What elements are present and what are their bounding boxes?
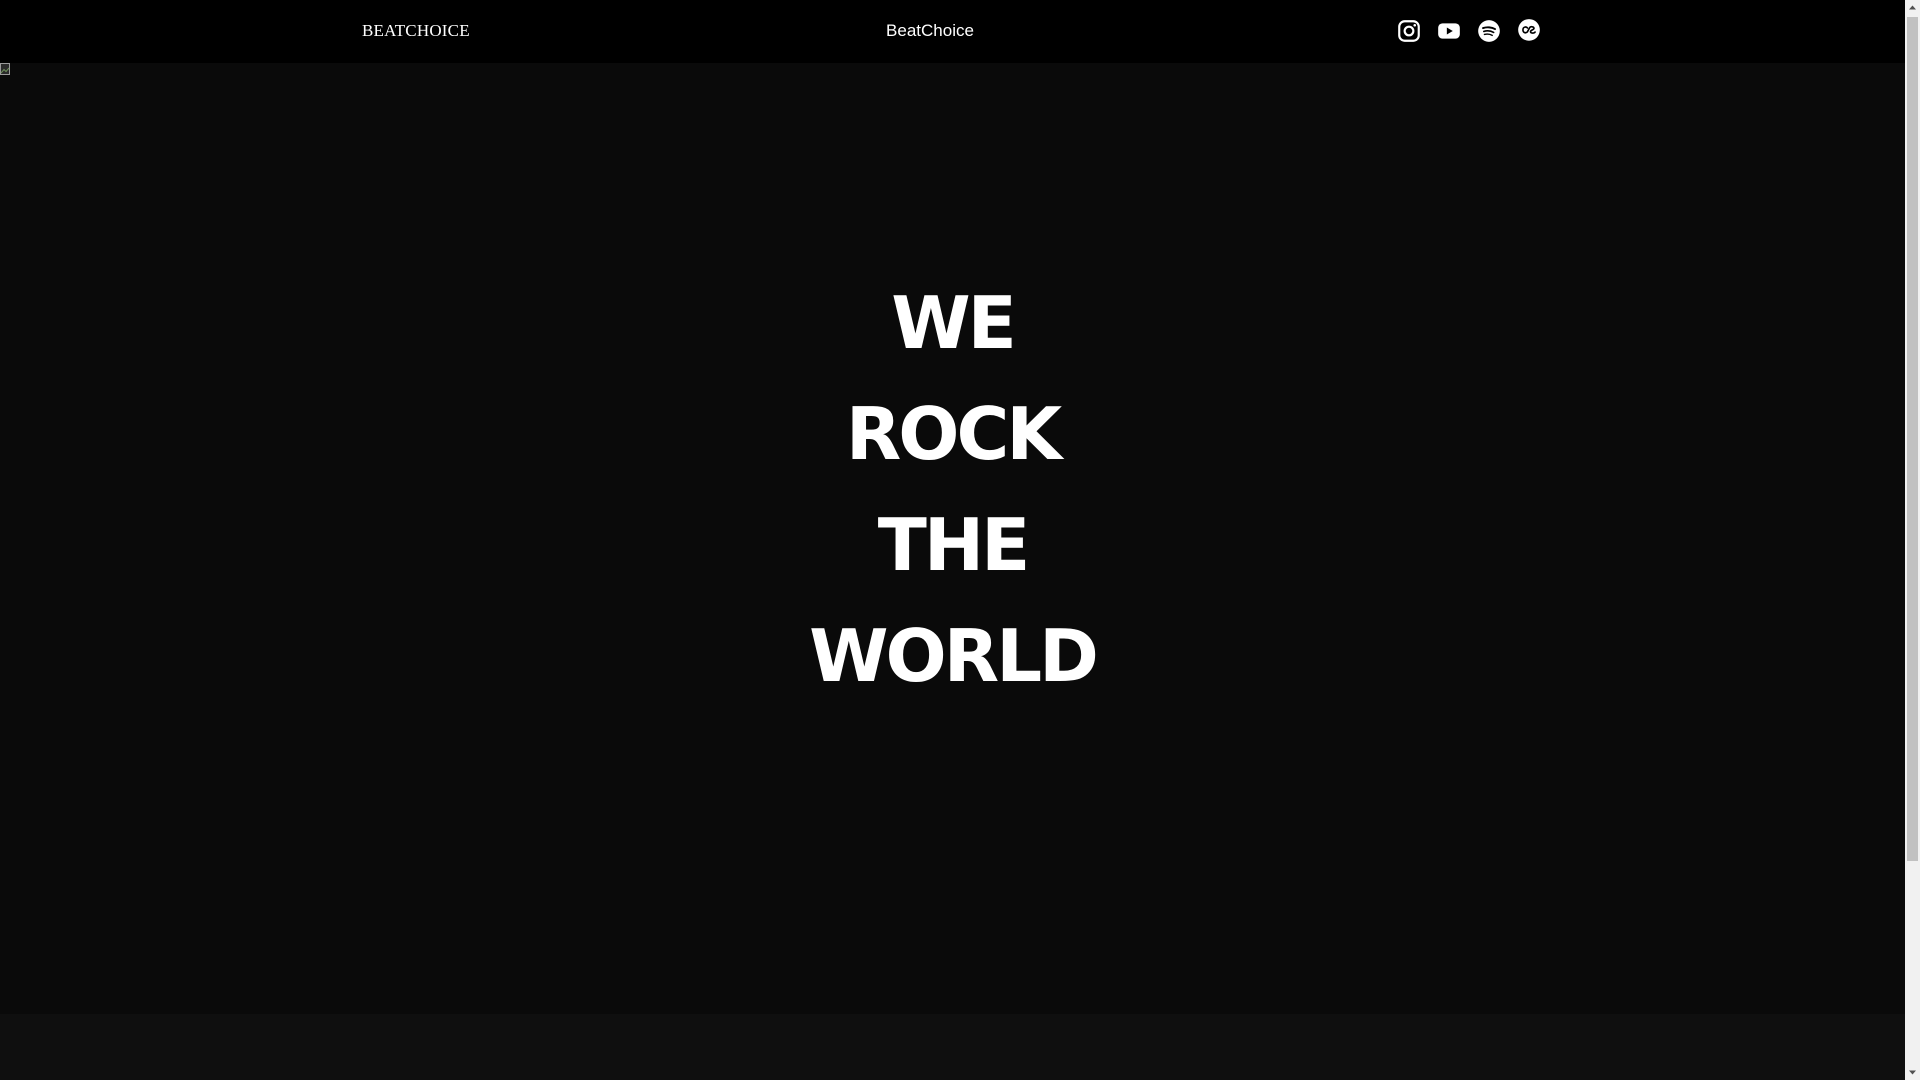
instagram-icon: [1398, 20, 1420, 42]
hero-line: WE: [891, 281, 1017, 365]
brand-logo-link[interactable]: BEATCHOICE: [362, 20, 470, 42]
instagram-link[interactable]: [1396, 18, 1422, 44]
scroll-up-arrow-icon[interactable]: [1905, 0, 1920, 15]
scrollbar-thumb[interactable]: [1907, 17, 1918, 861]
site-header: BEATCHOICE BeatChoice: [0, 0, 1905, 63]
hero-headline: WE ROCK THE WORLD: [0, 268, 1905, 712]
spotify-icon: [1478, 20, 1500, 42]
lastfm-link[interactable]: [1516, 18, 1542, 44]
site-title-link[interactable]: BeatChoice: [860, 20, 1000, 42]
next-section: [0, 1014, 1905, 1080]
youtube-link[interactable]: [1436, 18, 1462, 44]
hero-section: WE ROCK THE WORLD: [0, 63, 1905, 1014]
lastfm-icon: [1518, 19, 1540, 41]
hero-line: ROCK: [845, 392, 1062, 476]
vertical-scrollbar[interactable]: [1905, 0, 1920, 1080]
broken-image-icon: [0, 63, 10, 75]
page: BEATCHOICE BeatChoice WE ROCK THE WORLD: [0, 0, 1920, 1080]
youtube-icon: [1438, 23, 1460, 39]
spotify-link[interactable]: [1476, 18, 1502, 44]
hero-line: WORLD: [809, 614, 1099, 698]
social-links: [1396, 18, 1542, 44]
hero-line: THE: [877, 503, 1031, 587]
viewport: BEATCHOICE BeatChoice WE ROCK THE WORLD: [0, 0, 1905, 1080]
scroll-down-arrow-icon[interactable]: [1905, 1065, 1920, 1080]
